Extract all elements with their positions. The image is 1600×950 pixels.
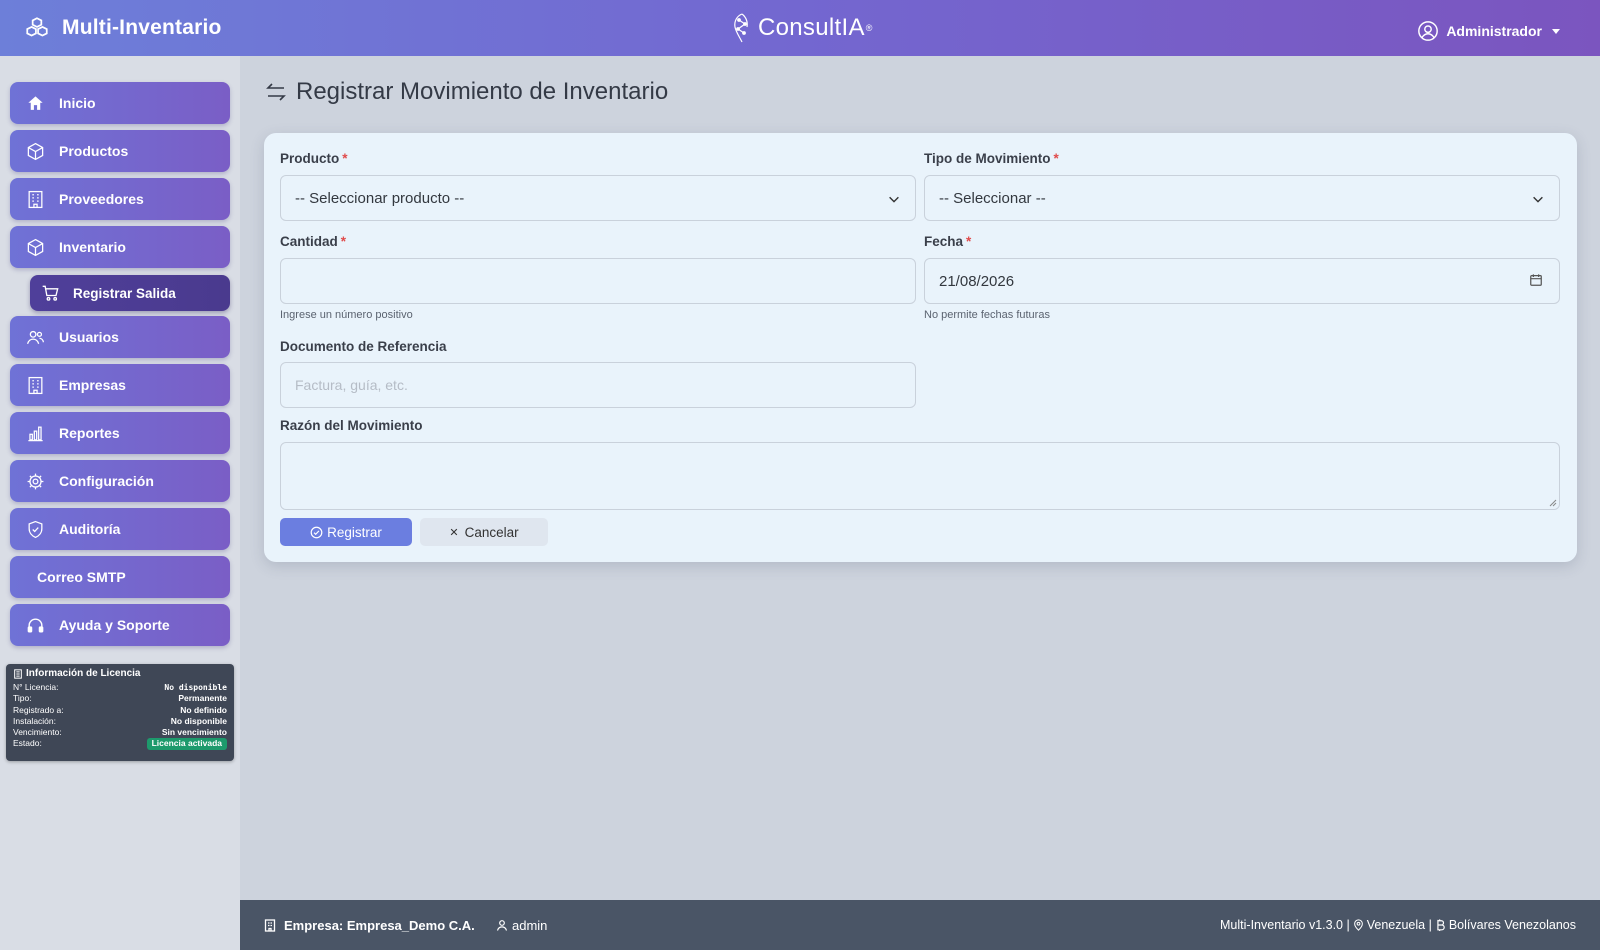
movement-form-card: Producto * -- Seleccionar producto -- Tip… <box>264 133 1577 562</box>
chevron-down-icon <box>1533 196 1543 203</box>
razon-movimiento-label: Razón del Movimiento <box>280 418 423 433</box>
building-icon <box>14 668 22 679</box>
bar-chart-icon <box>27 426 43 441</box>
razon-movimiento-textarea[interactable] <box>280 442 1560 510</box>
sidebar: Inicio Productos Proveedores Inventario … <box>0 56 240 950</box>
sidebar-item-label: Correo SMTP <box>37 569 126 585</box>
cantidad-hint: Ingrese un número positivo <box>280 309 413 321</box>
sidebar-item-inventario[interactable]: Inventario <box>10 226 230 268</box>
fecha-input[interactable]: 21/08/2026 <box>924 258 1560 304</box>
registered-mark: ® <box>865 23 873 33</box>
headset-icon <box>27 617 43 633</box>
consultia-logo: ConsultIA ® <box>730 8 872 48</box>
license-status-badge: Licencia activada <box>146 738 227 750</box>
caret-down-icon <box>1552 28 1560 34</box>
consultia-text: ConsultIA <box>758 14 865 41</box>
license-row: Tipo: Permanente <box>13 693 227 704</box>
user-menu[interactable]: Administrador <box>1417 0 1560 62</box>
sidebar-item-label: Inventario <box>59 239 126 255</box>
cantidad-label: Cantidad * <box>280 234 347 249</box>
shield-check-icon <box>28 520 42 538</box>
building-icon <box>28 376 42 394</box>
license-row: Instalación: No disponible <box>13 715 227 726</box>
page-title: Registrar Movimiento de Inventario <box>264 78 668 106</box>
sidebar-item-ayuda-soporte[interactable]: Ayuda y Soporte <box>10 604 230 646</box>
sidebar-item-auditoria[interactable]: Auditoría <box>10 508 230 550</box>
cantidad-input[interactable] <box>280 258 916 304</box>
users-icon <box>26 330 44 344</box>
boxes-icon <box>26 17 48 37</box>
sidebar-item-label: Registrar Salida <box>73 285 176 301</box>
brand[interactable]: Multi-Inventario <box>24 0 222 56</box>
documento-referencia-input[interactable]: Factura, guía, etc. <box>280 362 916 408</box>
home-icon <box>27 95 43 110</box>
fecha-label: Fecha * <box>924 234 972 249</box>
user-icon <box>496 920 508 931</box>
sidebar-item-label: Auditoría <box>59 521 121 537</box>
map-pin-icon <box>1353 919 1363 931</box>
registrar-button[interactable]: Registrar <box>280 518 412 546</box>
sidebar-subitem-registrar-salida[interactable]: Registrar Salida <box>30 275 230 311</box>
producto-label: Producto * <box>280 151 348 166</box>
sidebar-item-label: Proveedores <box>59 191 144 207</box>
user-name: Administrador <box>1446 23 1542 39</box>
gear-icon <box>27 473 43 489</box>
cart-icon <box>42 285 59 301</box>
calendar-icon[interactable] <box>1529 273 1543 287</box>
sidebar-item-label: Empresas <box>59 377 126 393</box>
app-name: Multi-Inventario <box>62 16 222 39</box>
check-circle-icon <box>310 526 323 538</box>
producto-select[interactable]: -- Seleccionar producto -- <box>280 175 916 221</box>
footer: Empresa: Empresa_Demo C.A. admin Multi-I… <box>240 900 1600 950</box>
footer-company: Empresa: Empresa_Demo C.A. <box>264 900 475 950</box>
consultia-mark-icon <box>734 13 748 43</box>
license-title: Información de Licencia <box>13 668 227 679</box>
footer-country: Venezuela | <box>1366 918 1432 932</box>
sidebar-item-usuarios[interactable]: Usuarios <box>10 316 230 358</box>
sidebar-item-label: Inicio <box>59 95 96 111</box>
close-icon: ✕ <box>449 526 459 539</box>
chevron-down-icon <box>889 196 899 203</box>
footer-info: Multi-Inventario v1.3.0 | Venezuela | Bo… <box>1220 900 1576 950</box>
sidebar-item-label: Usuarios <box>59 329 119 345</box>
tipo-movimiento-label: Tipo de Movimiento * <box>924 151 1059 166</box>
sidebar-item-label: Configuración <box>59 473 154 489</box>
sidebar-item-empresas[interactable]: Empresas <box>10 364 230 406</box>
currency-icon <box>1437 919 1445 931</box>
sidebar-item-label: Productos <box>59 143 129 159</box>
building-icon <box>28 190 42 208</box>
sidebar-item-correo-smtp[interactable]: Correo SMTP <box>10 556 230 598</box>
box-icon <box>27 238 43 256</box>
sidebar-item-inicio[interactable]: Inicio <box>10 82 230 124</box>
building-icon <box>264 918 276 932</box>
sidebar-item-reportes[interactable]: Reportes <box>10 412 230 454</box>
documento-placeholder: Factura, guía, etc. <box>295 377 408 393</box>
sidebar-item-label: Ayuda y Soporte <box>59 617 170 633</box>
sidebar-item-configuracion[interactable]: Configuración <box>10 460 230 502</box>
sidebar-item-proveedores[interactable]: Proveedores <box>10 178 230 220</box>
fecha-hint: No permite fechas futuras <box>924 309 1050 321</box>
footer-user: admin <box>496 900 547 950</box>
footer-currency: Bolívares Venezolanos <box>1448 918 1576 932</box>
box-icon <box>27 142 43 160</box>
license-row: Vencimiento: Sin vencimiento <box>13 727 227 738</box>
cancelar-button[interactable]: ✕ Cancelar <box>420 518 548 546</box>
user-circle-icon <box>1418 21 1439 41</box>
license-row: N° Licencia: No disponible <box>13 682 227 692</box>
documento-referencia-label: Documento de Referencia <box>280 339 447 354</box>
license-row: Estado: Licencia activada <box>13 738 227 750</box>
arrows-exchange-icon <box>266 83 286 101</box>
tipo-movimiento-select[interactable]: -- Seleccionar -- <box>924 175 1560 221</box>
footer-version: Multi-Inventario v1.3.0 | <box>1220 918 1350 932</box>
sidebar-item-productos[interactable]: Productos <box>10 130 230 172</box>
resize-grip-icon[interactable] <box>1549 499 1557 507</box>
top-bar: Multi-Inventario ConsultIA ® Administrad… <box>0 0 1600 56</box>
license-info-panel: Información de Licencia N° Licencia: No d… <box>6 664 234 761</box>
license-row: Registrado a: No definido <box>13 704 227 715</box>
sidebar-item-label: Reportes <box>59 425 120 441</box>
